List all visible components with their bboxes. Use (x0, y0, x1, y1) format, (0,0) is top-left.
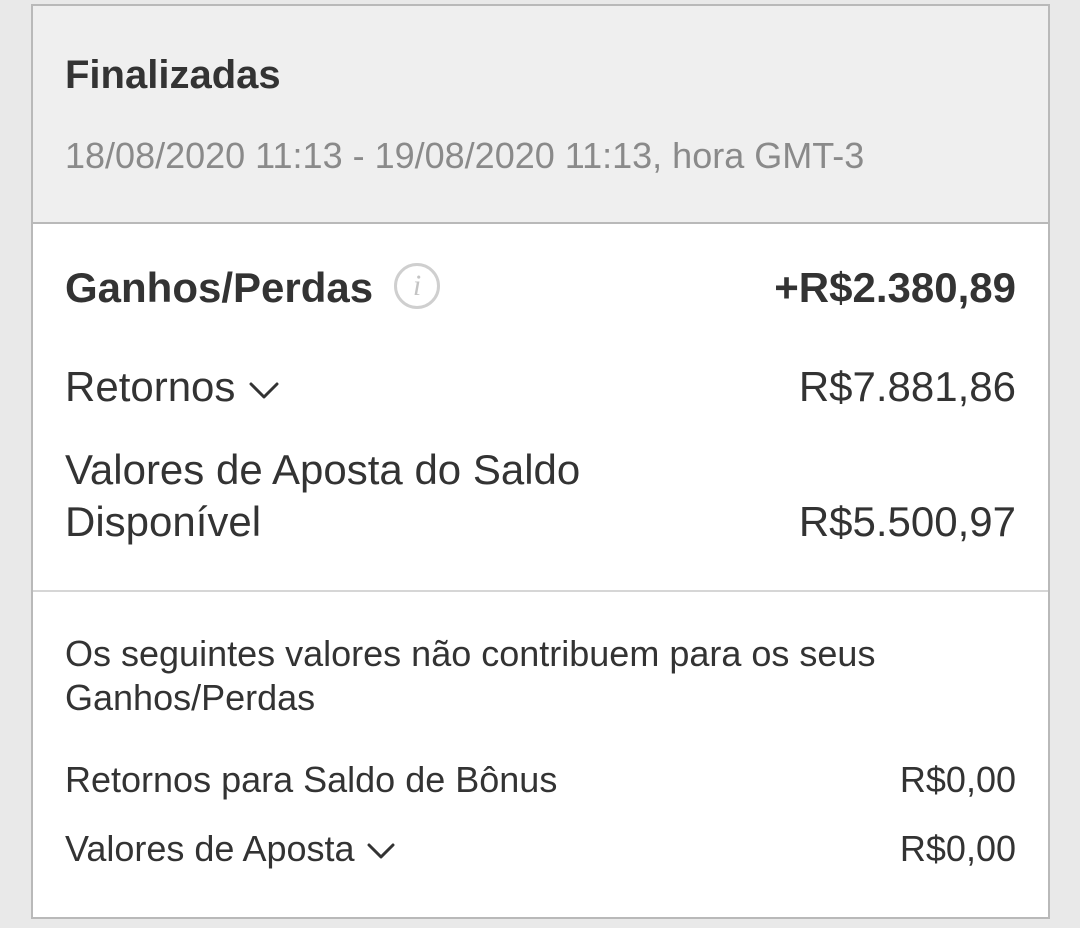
stakes-value: R$5.500,97 (798, 498, 1016, 545)
profit-loss-row: Ganhos/Perdas i +R$2.380,89 (65, 262, 1016, 314)
returns-row: Retornos R$7.881,86 (65, 361, 1016, 413)
stakes-row: Valores de Aposta do Saldo Disponível R$… (65, 444, 1016, 554)
bonus-stakes-value: R$0,00 (899, 828, 1016, 869)
stakes-label-line1: Valores de Aposta do Saldo (65, 446, 581, 493)
bonus-returns-row: Retornos para Saldo de Bônus R$0,00 (65, 758, 1016, 802)
bonus-returns-value: R$0,00 (899, 759, 1016, 800)
stakes-label-line2: Disponível (65, 498, 262, 545)
summary-header: Finalizadas 18/08/2020 11:13 - 19/08/202… (33, 6, 1048, 224)
returns-toggle[interactable]: Retornos (65, 361, 281, 413)
bonus-stakes-label: Valores de Aposta (65, 828, 355, 869)
note-line1: Os seguintes valores não contribuem para… (65, 633, 876, 674)
chevron-down-icon (249, 382, 279, 399)
bonus-stakes-row: Valores de Aposta R$0,00 (65, 827, 1016, 871)
info-icon[interactable]: i (394, 263, 440, 309)
chevron-down-icon (367, 843, 395, 859)
section-title: Finalizadas (65, 53, 281, 97)
bonus-returns-label: Retornos para Saldo de Bônus (65, 759, 558, 800)
settled-bets-summary-card: Finalizadas 18/08/2020 11:13 - 19/08/202… (31, 4, 1050, 919)
non-contributing-note: Os seguintes valores não contribuem para… (65, 632, 1016, 720)
date-range: 18/08/2020 11:13 - 19/08/2020 11:13, hor… (65, 135, 865, 176)
returns-label: Retornos (65, 363, 236, 410)
profit-loss-label: Ganhos/Perdas (65, 264, 374, 311)
note-line2: Ganhos/Perdas (65, 677, 316, 718)
bonus-stakes-toggle[interactable]: Valores de Aposta (65, 827, 397, 871)
returns-value: R$7.881,86 (798, 363, 1016, 410)
profit-loss-value: +R$2.380,89 (774, 264, 1016, 311)
section-divider (33, 590, 1048, 592)
